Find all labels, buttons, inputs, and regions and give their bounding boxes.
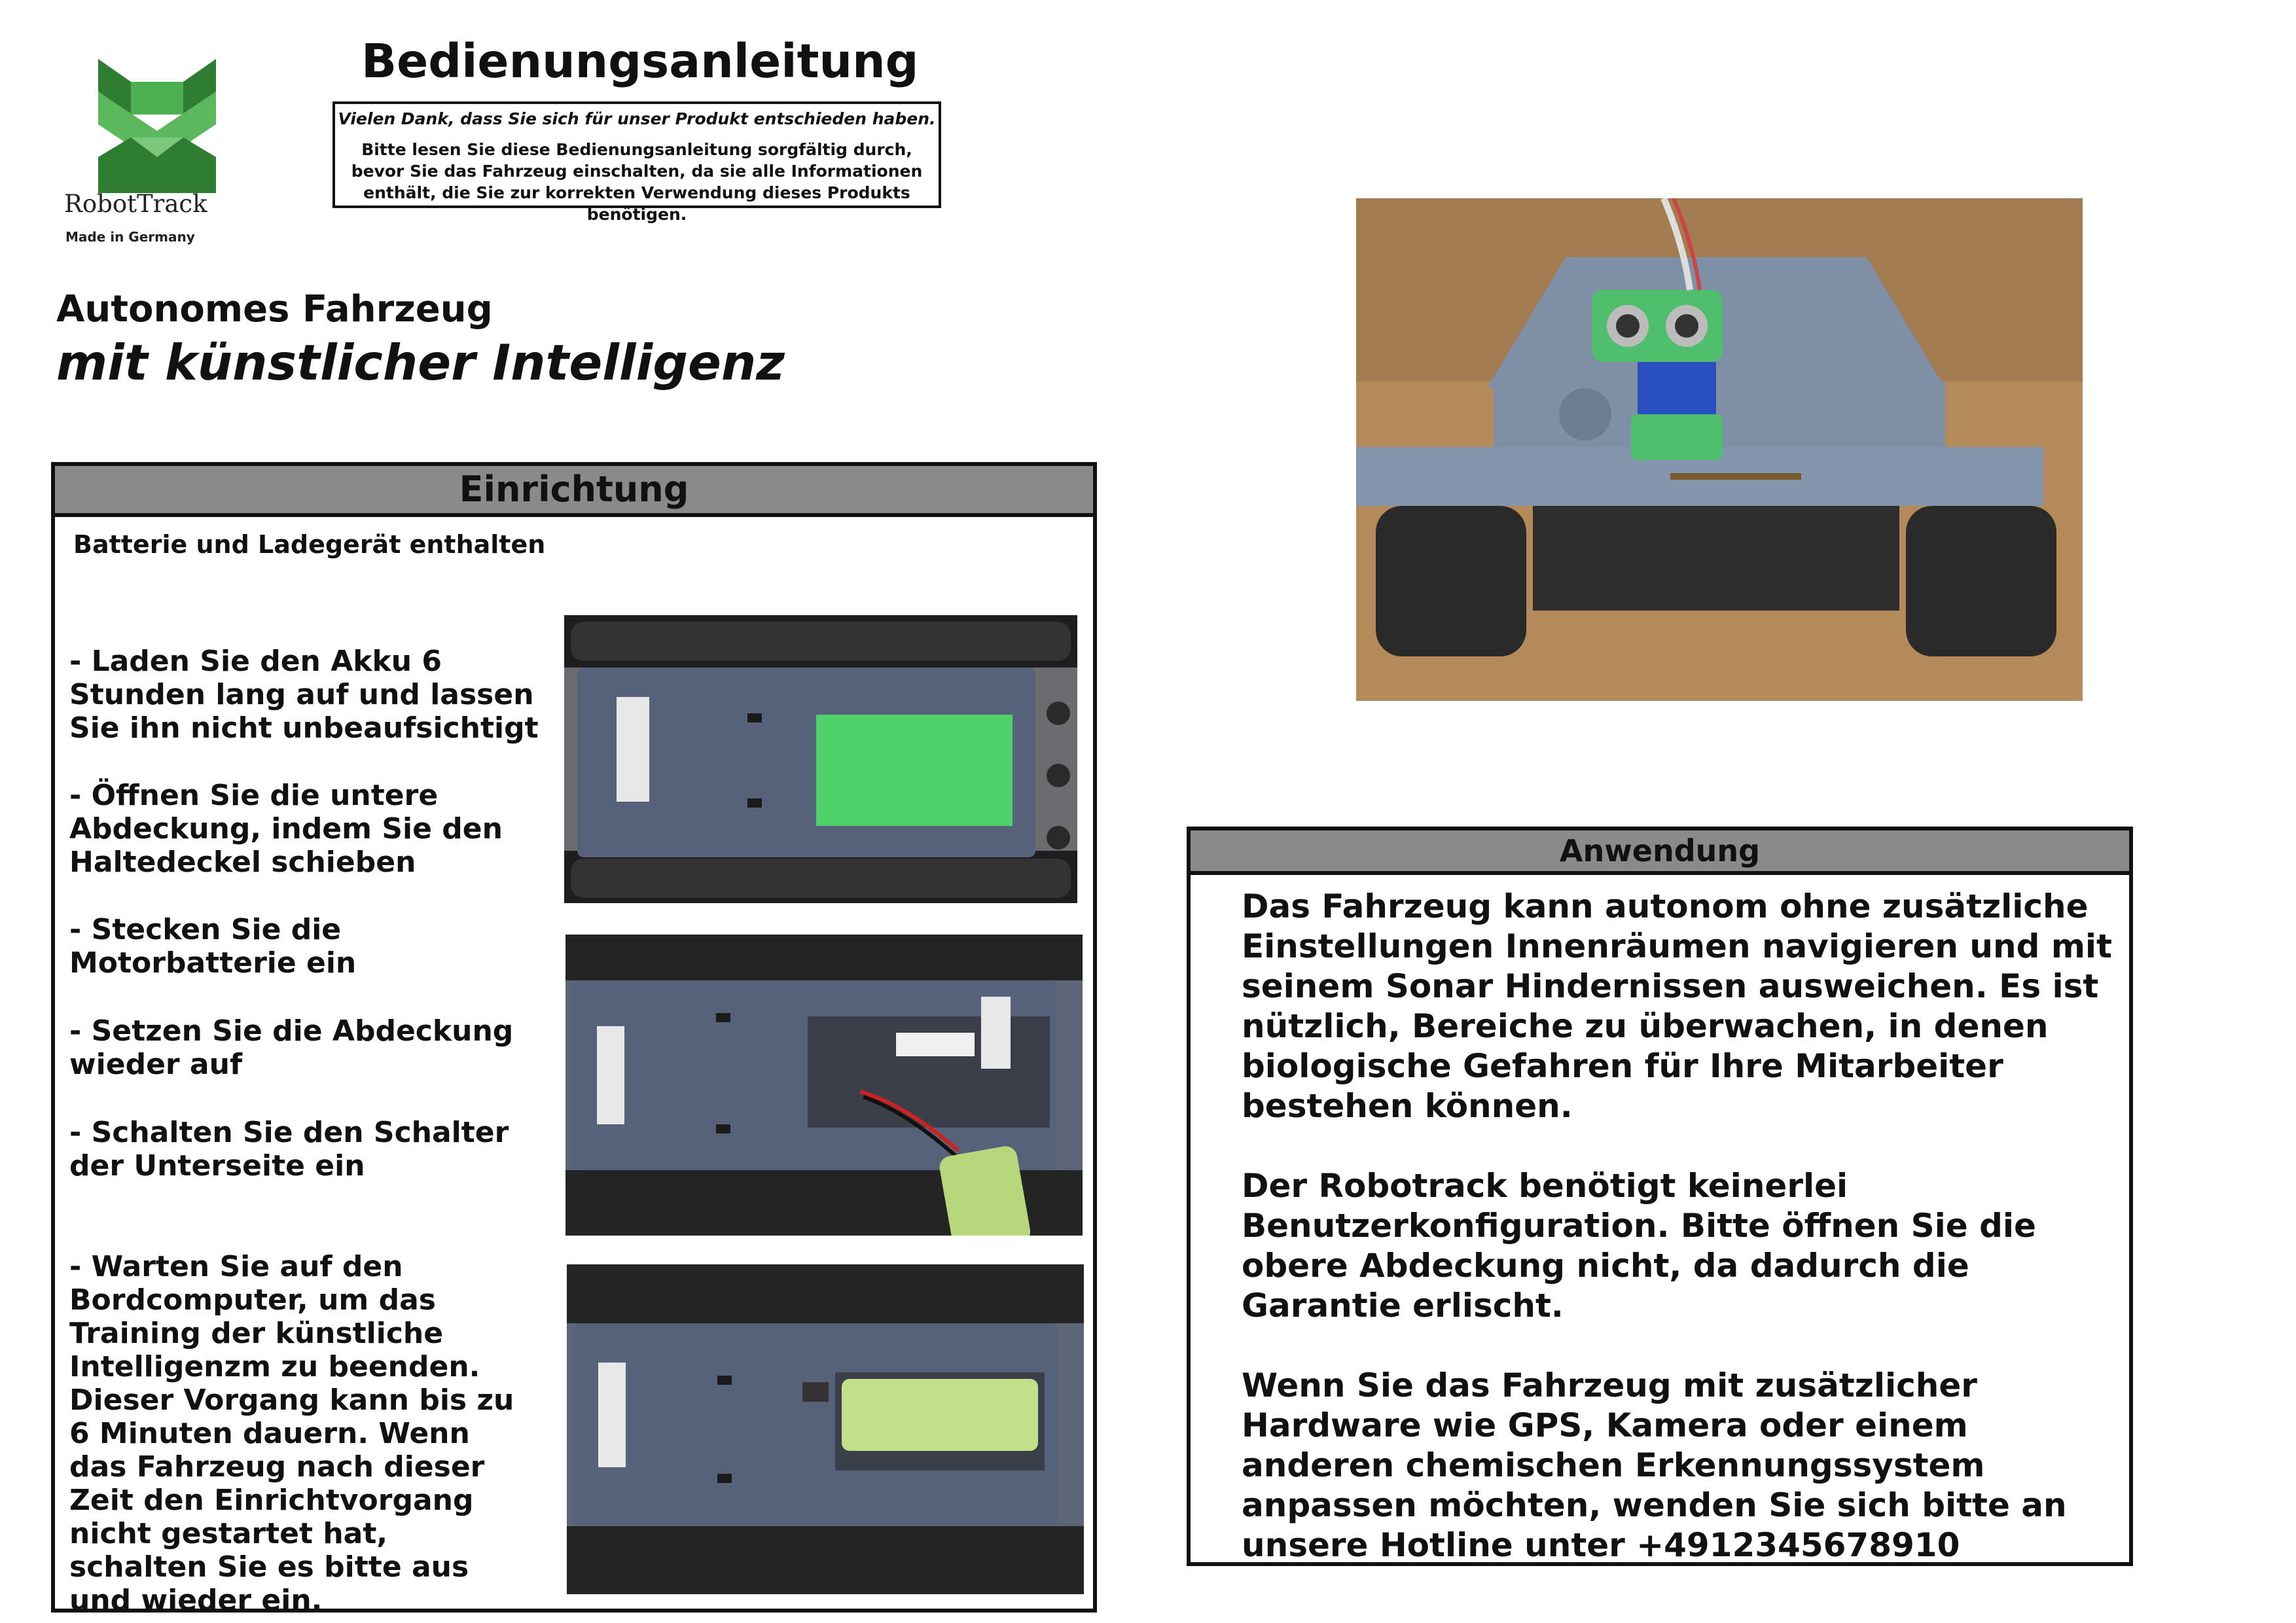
brand-name: RobotTrack (64, 190, 207, 218)
battery-note: Batterie und Ladegerät enthalten (73, 530, 546, 559)
intro-box: Vielen Dank, dass Sie sich für unser Pro… (332, 101, 941, 224)
setup-step-5: - Schalten Sie den Schalter der Untersei… (69, 1116, 509, 1183)
setup-step-6: - Warten Sie auf den Bordcomputer, um da… (69, 1250, 514, 1617)
setup-step-2: - Öffnen Sie die untere Abdeckung, indem… (69, 779, 503, 879)
intro-note: Bitte lesen Sie diese Bedienungsanleitun… (351, 140, 923, 224)
setup-step-4: - Setzen Sie die Abdeckung wieder auf (69, 1014, 514, 1081)
usage-paragraph-3: Wenn Sie das Fahrzeug mit zusätzlicher H… (1242, 1366, 2067, 1564)
setup-heading: Einrichtung (55, 466, 1093, 517)
robottrack-logo (98, 59, 216, 193)
thanks-text: Vielen Dank, dass Sie sich für unser Pro… (338, 109, 936, 128)
subtitle-line-2: mit künstlicher Intelligenz (56, 334, 785, 391)
setup-step-1: - Laden Sie den Akku 6 Stunden lang auf … (69, 645, 539, 745)
photo-battery-compartment (565, 935, 1083, 1236)
brand-tagline: Made in Germany (65, 229, 195, 245)
usage-section: Anwendung Das Fahrzeug kann autonom ohne… (1187, 827, 2133, 1566)
usage-paragraph-1: Das Fahrzeug kann autonom ohne zusätzlic… (1242, 887, 2112, 1125)
usage-text: Das Fahrzeug kann autonom ohne zusätzlic… (1242, 887, 2119, 1605)
subtitle-line-1: Autonomes Fahrzeug (56, 288, 493, 330)
photo-robot-tank (1356, 198, 2083, 701)
setup-step-3: - Stecken Sie die Motorbatterie ein (69, 913, 357, 980)
usage-paragraph-2: Der Robotrack benötigt keinerlei Benutze… (1242, 1167, 2036, 1325)
photo-underside-cover (564, 615, 1077, 903)
page-title: Bedienungsanleitung (361, 34, 919, 88)
photo-battery-inserted (567, 1264, 1084, 1594)
usage-heading: Anwendung (1191, 830, 2129, 875)
